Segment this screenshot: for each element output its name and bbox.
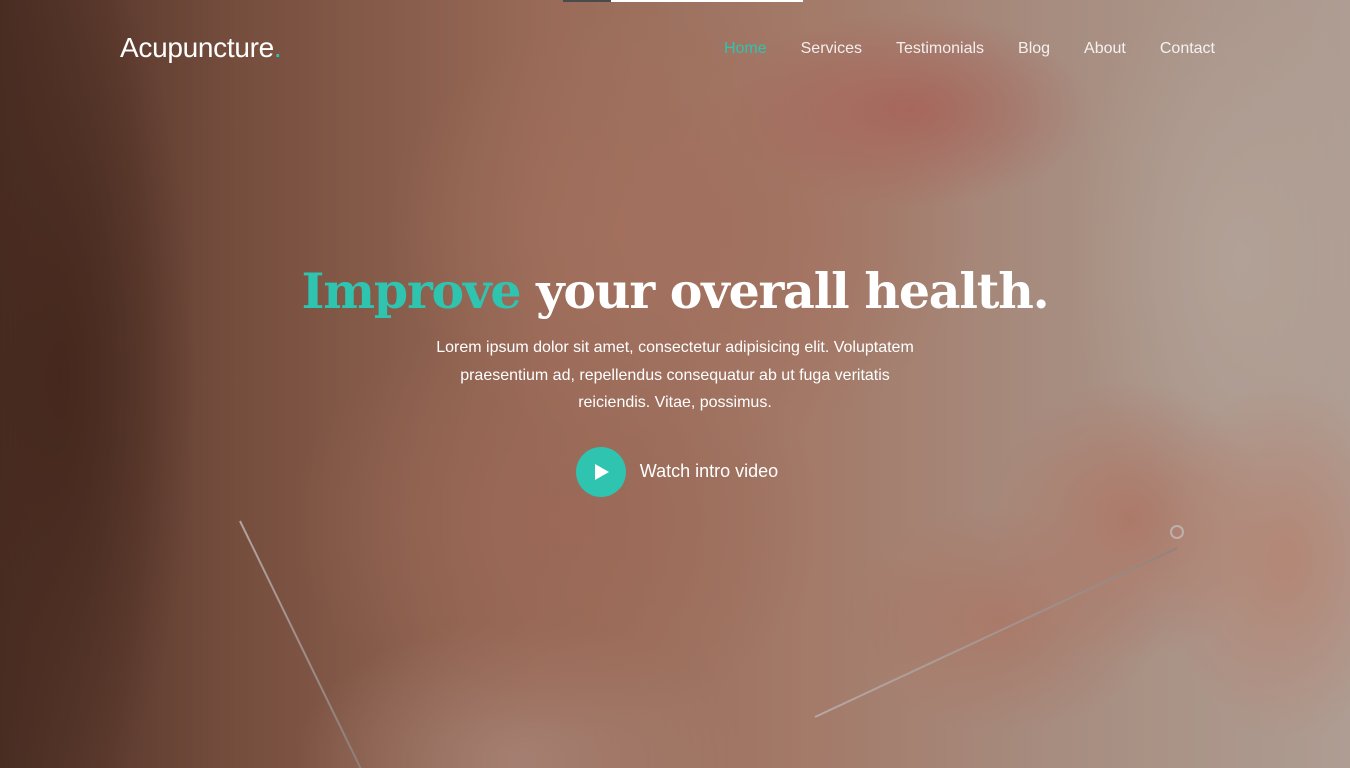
nav-item-contact: Contact	[1160, 40, 1215, 58]
logo-dot: .	[273, 32, 282, 63]
logo-text: Acupuncture	[120, 32, 274, 63]
nav-item-about: About	[1084, 40, 1126, 58]
hero-lead-text: Lorem ipsum dolor sit amet, consectetur …	[436, 339, 914, 411]
nav-link-services[interactable]: Services	[801, 40, 862, 57]
nav-link-testimonials[interactable]: Testimonials	[896, 40, 984, 57]
nav-item-services: Services	[801, 40, 862, 58]
headline-accent: Improve	[301, 262, 522, 320]
nav-link-contact[interactable]: Contact	[1160, 40, 1215, 57]
nav-menu: Home Services Testimonials Blog About Co…	[724, 40, 1215, 58]
headline-rest: your overall health.	[520, 262, 1050, 320]
nav-item-home: Home	[724, 40, 767, 58]
video-link-label: Watch intro video	[639, 461, 779, 481]
hero-headline: Improve your overall health.	[0, 262, 1350, 320]
nav-item-blog: Blog	[1018, 40, 1050, 58]
site-logo[interactable]: Acupuncture.	[120, 32, 282, 64]
nav-item-testimonials: Testimonials	[896, 40, 984, 58]
play-icon	[595, 463, 610, 480]
watch-intro-video-link[interactable]: Watch intro video	[575, 446, 779, 497]
nav-link-about[interactable]: About	[1084, 40, 1126, 57]
top-strip	[563, 0, 803, 2]
play-button[interactable]	[575, 446, 626, 497]
nav-link-blog[interactable]: Blog	[1018, 40, 1050, 57]
hero-content: Improve your overall health. Lorem ipsum…	[0, 262, 1350, 497]
site-nav: Acupuncture. Home Services Testimonials …	[0, 30, 1350, 70]
nav-link-home[interactable]: Home	[724, 40, 767, 57]
hero-section: Acupuncture. Home Services Testimonials …	[0, 0, 1350, 768]
